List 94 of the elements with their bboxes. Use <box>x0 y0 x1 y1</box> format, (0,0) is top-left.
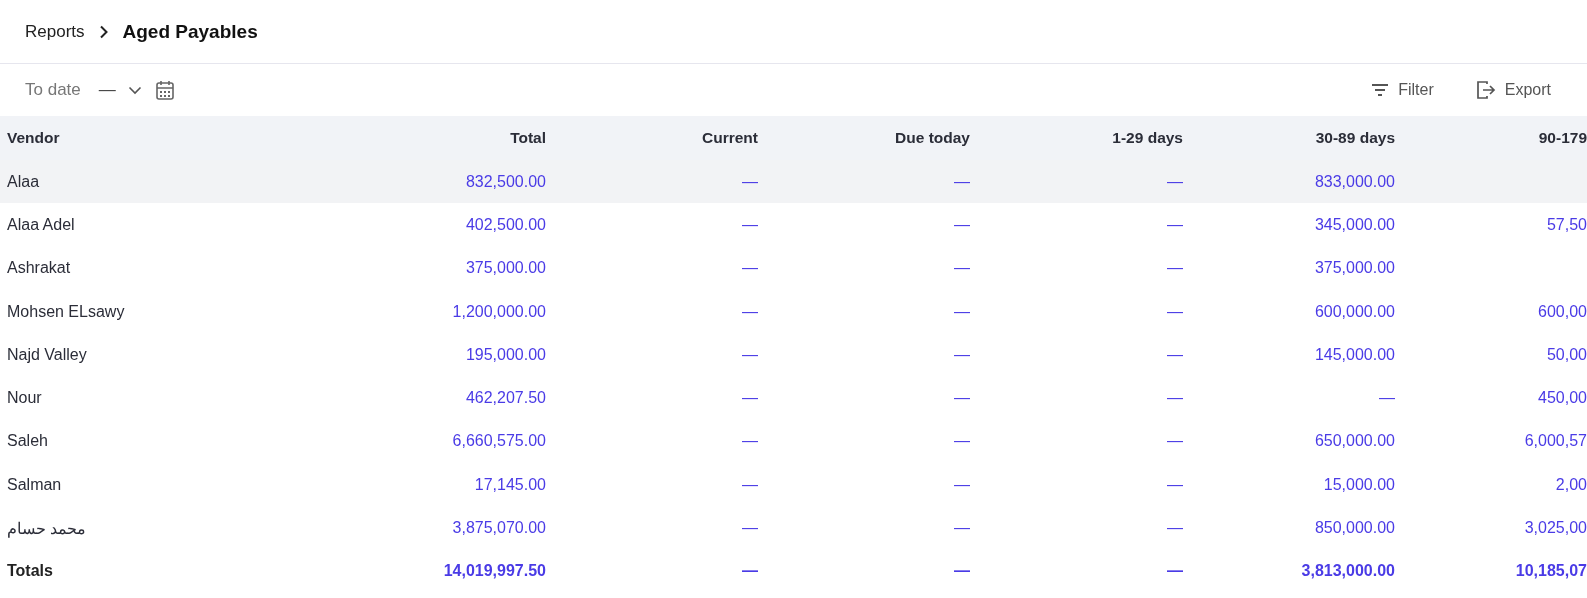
vendor-cell-text: Ashrakat <box>6 259 72 278</box>
breadcrumb-link[interactable]: Reports <box>25 21 85 42</box>
column-header: 90-179 <box>1538 129 1587 147</box>
amount-cell: 833,000.00 <box>1314 172 1395 191</box>
amount-cell: — <box>954 345 970 364</box>
column-header: 30-89 days <box>1315 129 1395 147</box>
amount-cell: — <box>1379 389 1395 408</box>
column-header: Due today <box>895 129 970 147</box>
amount-cell: — <box>1167 259 1183 278</box>
column-header: Total <box>510 129 546 147</box>
amount-cell: 6,000,57 <box>1524 432 1587 451</box>
amount-cell: — <box>1167 172 1183 191</box>
amount-cell: — <box>1167 215 1183 234</box>
filter-icon <box>1371 83 1390 97</box>
amount-cell: 3,875,070.00 <box>452 519 546 537</box>
amount-cell: — <box>954 519 970 537</box>
amount-cell: 195,000.00 <box>465 345 546 364</box>
export-icon <box>1475 80 1496 100</box>
table-row[interactable]: Najd Valley 195,000.00 — — — 145,000.00 50,00 <box>0 333 1587 377</box>
amount-cell: — <box>742 475 758 494</box>
amount-cell: 17,145.00 <box>474 475 546 494</box>
amount-cell: — <box>1167 345 1183 364</box>
date-label: To date <box>25 80 81 100</box>
filter-button[interactable]: Filter <box>1365 77 1440 103</box>
amount-cell: 145,000.00 <box>1314 345 1395 364</box>
table-row[interactable]: Alaa 832,500.00 — — — 833,000.00 <box>0 160 1587 204</box>
amount-cell: 600,000.00 <box>1314 302 1395 321</box>
amount-cell: — <box>742 345 758 364</box>
total-cell: 14,019,997.50 <box>443 562 546 581</box>
total-cell: 10,185,07 <box>1515 562 1587 581</box>
amount-cell: — <box>742 172 758 191</box>
total-cell: — <box>1167 562 1183 581</box>
export-button[interactable]: Export <box>1469 76 1557 104</box>
table-row[interactable]: Nour 462,207.50 — — — — 450,00 <box>0 376 1587 420</box>
vendor-cell-text: Najd Valley <box>6 345 88 364</box>
amount-cell: 2,00 <box>1555 475 1587 494</box>
total-cell: — <box>954 562 970 581</box>
vendor-cell-text: Mohsen ELsawy <box>6 302 126 321</box>
amount-cell: — <box>742 519 758 537</box>
amount-cell: 600,00 <box>1538 302 1587 321</box>
amount-cell: 6,660,575.00 <box>452 432 546 451</box>
amount-cell: — <box>954 302 970 321</box>
amount-cell: 15,000.00 <box>1323 475 1395 494</box>
amount-cell: — <box>742 215 758 234</box>
vendor-cell-text: Nour <box>6 389 43 408</box>
amount-cell: 345,000.00 <box>1314 215 1395 234</box>
amount-cell: — <box>1167 432 1183 451</box>
amount-cell: — <box>954 432 970 451</box>
date-dropdown[interactable]: — <box>98 80 142 100</box>
vendor-cell-text: Alaa Adel <box>6 215 76 234</box>
page-title: Aged Payables <box>122 20 258 43</box>
total-cell: 3,813,000.00 <box>1301 562 1395 581</box>
amount-cell: 450,00 <box>1538 389 1587 408</box>
amount-cell: — <box>1167 519 1183 537</box>
amount-cell: 3,025,00 <box>1524 519 1587 537</box>
column-header: 1-29 days <box>1112 129 1183 147</box>
vendor-cell-text: محمد حسام <box>6 518 88 538</box>
totals-label: Totals <box>6 562 54 581</box>
amount-cell: — <box>954 215 970 234</box>
column-header: Vendor <box>6 129 61 147</box>
calendar-icon[interactable] <box>155 80 174 100</box>
table-row[interactable]: Ashrakat 375,000.00 — — — 375,000.00 <box>0 246 1587 290</box>
amount-cell: — <box>742 302 758 321</box>
total-cell: — <box>742 562 758 581</box>
amount-cell: 1,200,000.00 <box>452 302 546 321</box>
table-row[interactable]: Mohsen ELsawy 1,200,000.00 — — — 600,000.00 600,00 <box>0 289 1587 334</box>
amount-cell: 462,207.50 <box>465 389 546 408</box>
amount-cell: 375,000.00 <box>465 259 546 278</box>
amount-cell: — <box>1167 475 1183 494</box>
column-header: Current <box>702 129 758 147</box>
vendor-cell-text: Alaa <box>6 172 41 191</box>
amount-cell: — <box>1167 302 1183 321</box>
amount-cell: — <box>954 475 970 494</box>
amount-cell: — <box>1167 389 1183 408</box>
amount-cell: 650,000.00 <box>1314 432 1395 451</box>
amount-cell: — <box>954 259 970 278</box>
amount-cell: — <box>954 172 970 191</box>
amount-cell: — <box>742 432 758 451</box>
caret-icon <box>127 85 142 95</box>
amount-cell: 402,500.00 <box>465 215 546 234</box>
chevron-right-icon <box>98 24 109 39</box>
amount-cell: — <box>742 389 758 408</box>
table-row[interactable]: Salman 17,145.00 — — — 15,000.00 2,00 <box>0 463 1587 507</box>
amount-cell: 50,00 <box>1546 345 1587 364</box>
table-row[interactable]: Alaa Adel 402,500.00 — — — 345,000.00 57,50 <box>0 203 1587 247</box>
amount-cell: 832,500.00 <box>465 172 546 191</box>
amount-cell: 375,000.00 <box>1314 259 1395 278</box>
amount-cell: — <box>954 389 970 408</box>
amount-cell: 850,000.00 <box>1314 519 1395 537</box>
table-row[interactable]: Saleh 6,660,575.00 — — — 650,000.00 6,000,57 <box>0 419 1587 464</box>
amount-cell: — <box>742 259 758 278</box>
vendor-cell-text: Salman <box>6 475 63 494</box>
amount-cell: 57,50 <box>1546 215 1587 234</box>
vendor-cell-text: Saleh <box>6 432 49 451</box>
